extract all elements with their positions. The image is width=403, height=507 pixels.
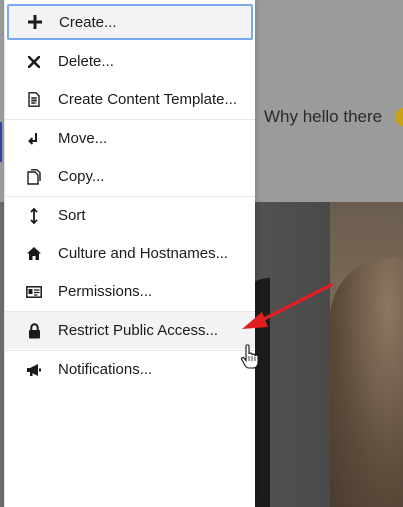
menu-item-restrict-public-access[interactable]: Restrict Public Access... bbox=[5, 312, 255, 349]
menu-item-label: Delete... bbox=[58, 53, 114, 70]
copy-icon bbox=[26, 168, 42, 185]
background-photo-hair-right bbox=[330, 258, 403, 507]
menu-item-label: Restrict Public Access... bbox=[58, 322, 219, 339]
menu-item-label: Create Content Template... bbox=[58, 91, 237, 108]
plus-icon bbox=[27, 14, 43, 30]
background-greeting: Why hello there bbox=[264, 107, 383, 126]
menu-item-culture-hostnames[interactable]: Culture and Hostnames... bbox=[5, 235, 255, 272]
menu-item-delete[interactable]: Delete... bbox=[5, 43, 255, 80]
menu-item-notifications[interactable]: Notifications... bbox=[5, 351, 255, 388]
menu-item-label: Create... bbox=[59, 13, 117, 31]
id-card-icon bbox=[26, 284, 42, 300]
menu-item-create-content-template[interactable]: Create Content Template... bbox=[5, 81, 255, 118]
close-icon bbox=[26, 54, 42, 70]
menu-item-create[interactable]: Create... bbox=[7, 4, 253, 40]
move-arrow-icon bbox=[26, 131, 42, 147]
home-icon bbox=[26, 246, 42, 262]
lock-icon bbox=[26, 322, 42, 339]
menu-item-label: Notifications... bbox=[58, 361, 153, 378]
menu-item-label: Copy... bbox=[58, 168, 105, 185]
menu-item-move[interactable]: Move... bbox=[5, 120, 255, 157]
menu-item-label: Culture and Hostnames... bbox=[58, 245, 229, 262]
menu-item-label: Permissions... bbox=[58, 283, 153, 300]
menu-item-label: Move... bbox=[58, 130, 108, 147]
menu-item-copy[interactable]: Copy... bbox=[5, 158, 255, 195]
context-menu: Create... Delete... Create Content Templ… bbox=[4, 0, 255, 507]
megaphone-icon bbox=[26, 362, 42, 378]
menu-item-sort[interactable]: Sort bbox=[5, 197, 255, 234]
tree-selection-accent bbox=[0, 122, 2, 162]
menu-item-label: Sort bbox=[58, 207, 86, 224]
document-template-icon bbox=[26, 92, 42, 108]
sort-icon bbox=[26, 207, 42, 224]
menu-item-permissions[interactable]: Permissions... bbox=[5, 273, 255, 310]
